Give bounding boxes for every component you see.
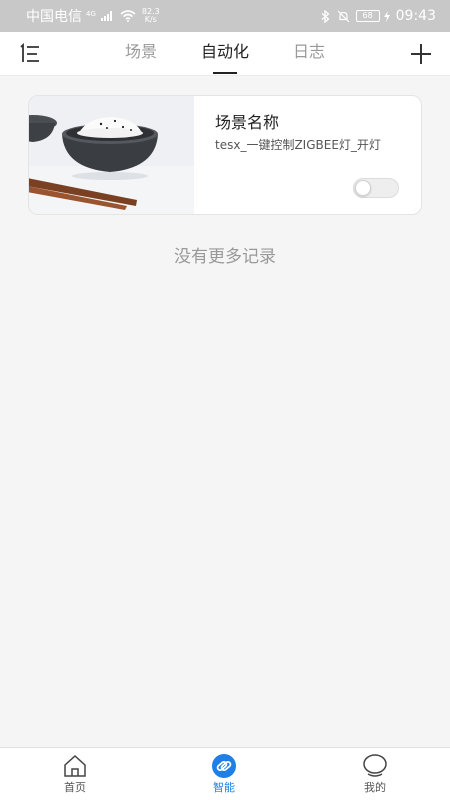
net-speed-unit: K/s xyxy=(144,15,157,24)
home-icon xyxy=(64,754,86,777)
battery-level: 68 xyxy=(362,11,373,20)
status-time: 09:43 xyxy=(395,8,436,24)
status-bar: 中国电信 4G 82.3 K/s 68 09:43 xyxy=(0,0,450,32)
automation-image xyxy=(29,96,194,214)
automation-title: 场景名称 xyxy=(215,113,280,132)
status-right: 68 09:43 xyxy=(321,8,436,24)
bottom-nav: 首页 智能 我的 xyxy=(0,747,450,800)
automation-card[interactable]: 场景名称 tesx_一键控制ZIGBEE灯_开灯 xyxy=(28,95,422,215)
net-speed: 82.3 K/s xyxy=(142,8,160,24)
tab-logs[interactable]: 日志 xyxy=(293,32,325,76)
charging-icon xyxy=(383,10,390,22)
tab-scenes[interactable]: 场景 xyxy=(125,32,157,76)
battery-icon: 68 xyxy=(355,10,380,22)
automation-description: tesx_一键控制ZIGBEE灯_开灯 xyxy=(215,138,381,152)
smart-link-icon xyxy=(212,754,236,778)
carrier-name: 中国电信 xyxy=(26,9,82,25)
tab-bar: 场景 自动化 日志 xyxy=(0,32,450,76)
network-type: 4G xyxy=(86,10,96,18)
status-left: 中国电信 4G 82.3 K/s xyxy=(26,6,160,26)
top-nav-bar: 场景 自动化 日志 xyxy=(0,32,450,76)
automation-toggle[interactable] xyxy=(353,178,399,198)
signal-icon xyxy=(100,11,112,21)
wifi-icon xyxy=(120,10,136,22)
profile-icon xyxy=(363,754,387,777)
mute-bell-icon xyxy=(337,10,350,22)
bluetooth-icon xyxy=(321,9,330,23)
add-button[interactable] xyxy=(408,41,434,67)
nav-item-smart[interactable]: 智能 xyxy=(184,754,264,798)
tab-automation[interactable]: 自动化 xyxy=(201,32,249,76)
nav-label-smart: 智能 xyxy=(213,781,235,794)
nav-label-profile: 我的 xyxy=(364,781,386,794)
nav-label-home: 首页 xyxy=(64,781,86,794)
toggle-knob xyxy=(355,180,371,196)
plus-icon xyxy=(411,44,431,64)
nav-item-profile[interactable]: 我的 xyxy=(335,754,415,798)
rice-bowl-image xyxy=(29,96,194,214)
nav-item-home[interactable]: 首页 xyxy=(35,754,115,798)
empty-state-text: 没有更多记录 xyxy=(174,247,276,267)
